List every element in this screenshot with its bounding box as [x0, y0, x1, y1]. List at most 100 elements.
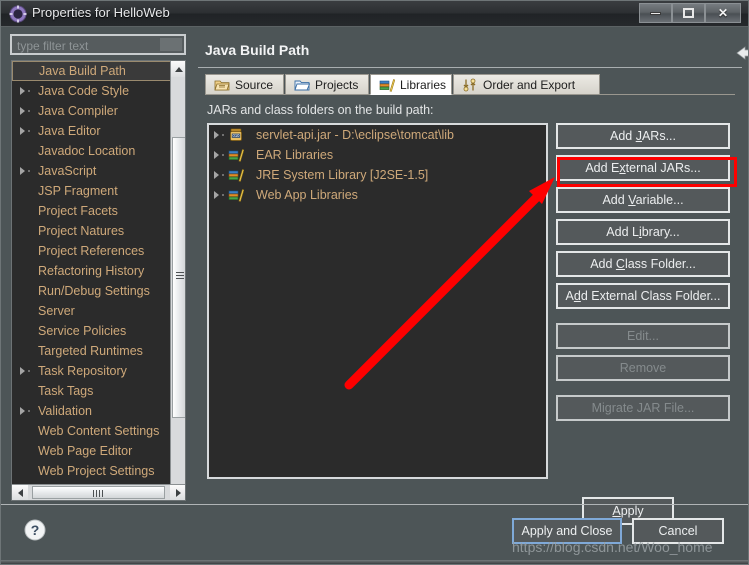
sidebar-item-jsp-fragment[interactable]: JSP Fragment	[12, 181, 185, 201]
expand-triangle-icon[interactable]	[214, 151, 219, 159]
tab-order-and-export[interactable]: Order and Export	[453, 74, 600, 95]
button-add-library[interactable]: Add Library...	[556, 219, 730, 245]
settings-tree[interactable]: Java Build Path Java Code Style Java Compi…	[11, 60, 186, 501]
projects-folder-icon	[294, 78, 311, 92]
list-label: JARs and class folders on the build path…	[207, 103, 434, 117]
list-item-label: servlet-api.jar - D:\eclipse\tomcat\lib	[256, 128, 454, 142]
sidebar-item-refactoring-history[interactable]: Refactoring History	[12, 261, 185, 281]
window-bottom-edge	[1, 560, 748, 564]
sidebar: type filter text Java Build Path Java Cod…	[10, 34, 192, 501]
sidebar-item-targeted-runtimes[interactable]: Targeted Runtimes	[12, 341, 185, 361]
jar-icon: 010	[228, 128, 243, 142]
title-divider	[198, 67, 742, 68]
sidebar-item-label: JSP Fragment	[38, 184, 118, 198]
minimize-icon	[650, 11, 661, 15]
button-label: Add Library...	[606, 225, 680, 239]
sidebar-item-java-code-style[interactable]: Java Code Style	[12, 81, 185, 101]
expand-triangle-icon[interactable]	[20, 107, 25, 115]
expand-triangle-icon[interactable]	[20, 87, 25, 95]
button-add-external-class-folder[interactable]: Add External Class Folder...	[556, 283, 730, 309]
sidebar-item-label: Web Content Settings	[38, 424, 160, 438]
tab-label: Source	[235, 77, 274, 92]
tab-source[interactable]: Source	[205, 74, 284, 95]
sidebar-item-web-project-settings[interactable]: Web Project Settings	[12, 461, 185, 481]
close-icon: ✕	[717, 6, 729, 20]
sidebar-item-run-debug-settings[interactable]: Run/Debug Settings	[12, 281, 185, 301]
sidebar-item-task-tags[interactable]: Task Tags	[12, 381, 185, 401]
expand-triangle-icon[interactable]	[214, 171, 219, 179]
sidebar-item-java-build-path[interactable]: Java Build Path	[12, 61, 185, 81]
sidebar-item-label: Javadoc Location	[38, 144, 136, 158]
tab-projects[interactable]: Projects	[285, 74, 369, 95]
sidebar-item-label: Run/Debug Settings	[38, 284, 150, 298]
expand-triangle-icon[interactable]	[20, 127, 25, 135]
button-label: Add External Class Folder...	[565, 289, 721, 303]
sidebar-item-label: Java Code Style	[38, 84, 130, 98]
library-icon	[228, 168, 245, 182]
tree-horizontal-scrollbar[interactable]	[12, 484, 185, 500]
button-label: Add External JARs...	[585, 161, 701, 175]
build-path-list[interactable]: 010 servlet-api.jar - D:\eclipse\tomcat\l…	[207, 123, 548, 479]
sidebar-item-label: Project References	[38, 244, 145, 258]
expand-triangle-icon[interactable]	[214, 191, 219, 199]
sidebar-item-label: Targeted Runtimes	[38, 344, 143, 358]
scroll-right-button[interactable]	[170, 485, 185, 500]
filter-input[interactable]: type filter text	[10, 34, 186, 55]
sidebar-item-service-policies[interactable]: Service Policies	[12, 321, 185, 341]
sidebar-item-project-natures[interactable]: Project Natures	[12, 221, 185, 241]
source-folder-icon	[214, 78, 230, 92]
gear-icon	[9, 5, 27, 23]
sidebar-item-project-references[interactable]: Project References	[12, 241, 185, 261]
sidebar-item-label: Web Page Editor	[38, 444, 133, 458]
button-add-jars[interactable]: Add JARs...	[556, 123, 730, 149]
expand-triangle-icon[interactable]	[20, 407, 25, 415]
settings-tree-list: Java Build Path Java Code Style Java Compi…	[12, 61, 185, 481]
button-add-external-jars[interactable]: Add External JARs...	[556, 155, 730, 181]
build-path-button-column: Add JARs... Add External JARs... Add Varia…	[556, 123, 734, 427]
sidebar-item-project-facets[interactable]: Project Facets	[12, 201, 185, 221]
scroll-left-button[interactable]	[12, 485, 28, 500]
sidebar-item-java-compiler[interactable]: Java Compiler	[12, 101, 185, 121]
sidebar-item-validation[interactable]: Validation	[12, 401, 185, 421]
tree-connector-dot-icon	[28, 370, 30, 372]
list-item-label: EAR Libraries	[256, 148, 334, 162]
tree-connector-dot-icon	[222, 194, 224, 196]
tab-libraries[interactable]: Libraries	[370, 74, 452, 95]
sidebar-item-javascript[interactable]: JavaScript	[12, 161, 185, 181]
tree-connector-dot-icon	[28, 110, 30, 112]
help-question-icon[interactable]: ?	[24, 519, 46, 541]
minimize-button[interactable]	[639, 3, 672, 23]
sidebar-item-web-content-settings[interactable]: Web Content Settings	[12, 421, 185, 441]
back-arrow-icon[interactable]	[736, 45, 748, 61]
scrollbar-thumb[interactable]	[172, 137, 185, 418]
sidebar-item-web-page-editor[interactable]: Web Page Editor	[12, 441, 185, 461]
libraries-books-icon	[379, 78, 396, 92]
sidebar-item-java-editor[interactable]: Java Editor	[12, 121, 185, 141]
list-item[interactable]: Web App Libraries	[209, 185, 546, 205]
button-add-variable[interactable]: Add Variable...	[556, 187, 730, 213]
list-item[interactable]: EAR Libraries	[209, 145, 546, 165]
tree-vertical-scrollbar[interactable]	[170, 61, 185, 500]
sidebar-item-javadoc-location[interactable]: Javadoc Location	[12, 141, 185, 161]
expand-triangle-icon[interactable]	[20, 367, 25, 375]
title-bar: Properties for HelloWeb ✕	[1, 1, 748, 27]
filter-placeholder: type filter text	[17, 39, 89, 53]
sidebar-item-task-repository[interactable]: Task Repository	[12, 361, 185, 381]
sidebar-item-server[interactable]: Server	[12, 301, 185, 321]
tree-connector-dot-icon	[28, 90, 30, 92]
sidebar-item-label: Validation	[38, 404, 92, 418]
scroll-up-button[interactable]	[171, 61, 185, 77]
button-add-class-folder[interactable]: Add Class Folder...	[556, 251, 730, 277]
sidebar-item-label: JavaScript	[38, 164, 97, 178]
button-edit: Edit...	[556, 323, 730, 349]
scrollbar-thumb-horizontal[interactable]	[32, 486, 165, 499]
expand-triangle-icon[interactable]	[214, 131, 219, 139]
apply-and-close-label: Apply and Close	[521, 524, 613, 538]
expand-triangle-icon[interactable]	[20, 167, 25, 175]
tab-label: Order and Export	[483, 77, 576, 92]
list-item[interactable]: JRE System Library [J2SE-1.5]	[209, 165, 546, 185]
tab-label: Projects	[315, 77, 359, 92]
close-button[interactable]: ✕	[705, 3, 741, 23]
maximize-button[interactable]	[672, 3, 705, 23]
list-item[interactable]: 010 servlet-api.jar - D:\eclipse\tomcat\l…	[209, 125, 546, 145]
